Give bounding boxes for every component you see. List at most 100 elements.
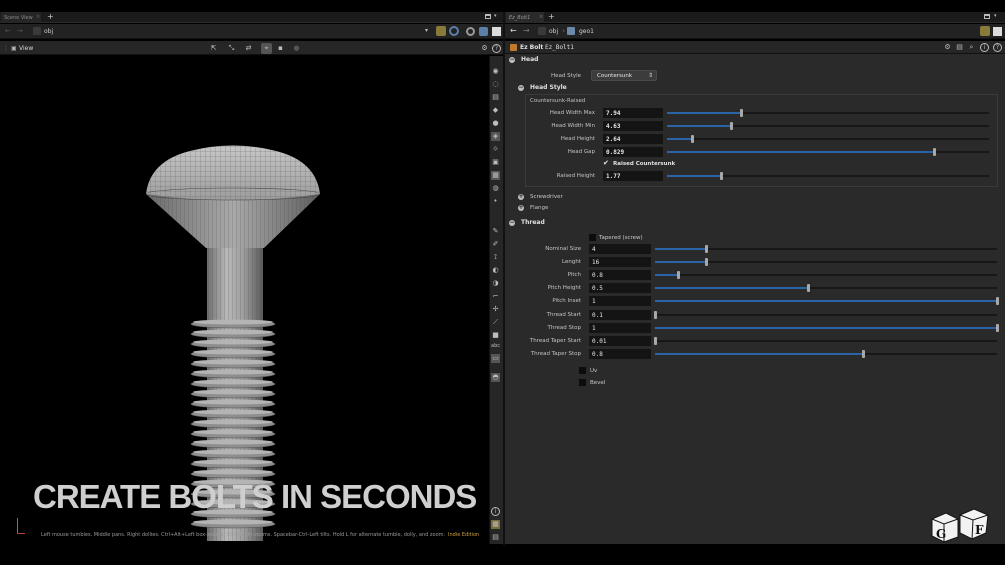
mask-icon[interactable]: ◑ (491, 279, 500, 288)
network-path-button[interactable] (33, 27, 41, 35)
paint-icon[interactable]: ✐ (491, 240, 500, 249)
head-gap-slider-handle[interactable] (932, 148, 936, 156)
tab-scene-view[interactable]: Scene View (1, 12, 41, 23)
viewport-grid-icon[interactable]: ▤ (491, 533, 500, 542)
add-tab-icon[interactable]: + (47, 12, 54, 21)
add-tab-icon[interactable]: + (548, 12, 555, 21)
collapse-head-style-icon[interactable]: − (518, 85, 524, 91)
viewer-settings-icon[interactable]: ⚙ (480, 44, 489, 53)
gear-icon[interactable]: ⚙ (943, 43, 952, 52)
head-width-min-slider-handle[interactable] (729, 122, 733, 130)
lock-icon[interactable]: ▤ (491, 93, 500, 102)
palette-icon[interactable]: ◐ (491, 266, 500, 275)
raised-countersunk-checkmark-icon[interactable]: ✔ (603, 159, 609, 167)
render-icon[interactable]: ◓ (491, 373, 500, 382)
thread-start-slider-handle[interactable] (653, 310, 657, 319)
layout-icon[interactable]: ▦ (491, 520, 500, 529)
pitch-inset-slider-handle[interactable] (995, 297, 999, 306)
collapse-head-icon[interactable]: − (509, 57, 515, 63)
raised-height-field[interactable]: 1.77 (603, 171, 663, 181)
lenght-slider-handle[interactable] (704, 258, 708, 267)
head-gap-field[interactable]: 0.829 (603, 147, 663, 157)
rotate-tool-icon[interactable]: ⇄ (244, 44, 253, 53)
edge-icon[interactable]: ⟋ (491, 318, 500, 327)
thread-taper-start-field[interactable]: 0.01 (589, 335, 651, 346)
forward-arrow-icon[interactable]: → (17, 27, 23, 35)
pin-icon[interactable] (436, 26, 446, 36)
head-height-slider-track[interactable] (667, 138, 989, 140)
head-height-slider-handle[interactable] (691, 135, 695, 143)
back-arrow-icon[interactable]: ← (510, 26, 517, 35)
thread-taper-stop-field[interactable]: 0.8 (589, 348, 651, 359)
tapered-checkbox[interactable] (589, 234, 596, 241)
snapshot-icon[interactable] (479, 27, 488, 36)
viewer-handle-icon[interactable]: ⋮ (3, 45, 9, 52)
pitch-height-slider-handle[interactable] (807, 284, 811, 293)
path-label[interactable]: obj (44, 28, 53, 35)
head-width-min-field[interactable]: 4.63 (603, 121, 663, 131)
search-icon[interactable]: ⌕ (967, 43, 976, 52)
thread-taper-start-slider-track[interactable] (655, 339, 997, 342)
pitch-field[interactable]: 0.8 (589, 270, 651, 281)
maximize-icon[interactable] (993, 27, 1002, 36)
info-icon[interactable]: i (491, 507, 500, 516)
background-icon[interactable]: ▭ (491, 354, 500, 363)
pane-dropdown-icon[interactable]: ▾ (994, 13, 997, 19)
info-icon[interactable]: i (980, 43, 989, 52)
select-tool-icon[interactable]: ⇱ (209, 44, 218, 53)
crop-icon[interactable]: ⌐ (491, 292, 500, 301)
camera-tool-icon[interactable]: ▪ (276, 44, 285, 53)
face-icon[interactable]: ■ (491, 331, 500, 340)
head-style-subfolder-title[interactable]: Head Style (530, 84, 567, 91)
text-tool-label[interactable]: abc (491, 343, 500, 349)
point-icon[interactable]: ◆ (491, 106, 500, 115)
head-width-max-slider-handle[interactable] (739, 109, 743, 117)
link-icon[interactable] (449, 26, 459, 36)
brush-icon[interactable]: ✎ (491, 227, 500, 236)
light-icon[interactable]: ☼ (491, 145, 500, 154)
bones-icon[interactable]: ⟟ (491, 253, 500, 262)
snap-tool-icon[interactable]: ⌖ (261, 43, 272, 54)
record-tool-icon[interactable]: ● (292, 44, 301, 53)
nominal-size-slider-handle[interactable] (704, 245, 708, 253)
grid-icon[interactable]: ▦ (491, 171, 500, 180)
thread-start-slider-track[interactable] (655, 313, 997, 316)
thread-stop-field[interactable]: 1 (589, 322, 651, 333)
nominal-size-field[interactable]: 4 (589, 244, 651, 254)
screwdriver-folder[interactable]: Screwdriver (530, 194, 563, 200)
expand-flange-icon[interactable]: + (518, 205, 524, 211)
flange-folder[interactable]: Flange (530, 205, 548, 211)
back-arrow-icon[interactable]: ← (5, 27, 11, 35)
pitch-slider-track[interactable] (655, 274, 997, 277)
thread-taper-stop-slider-handle[interactable] (862, 349, 866, 358)
bevel-checkbox[interactable] (579, 379, 586, 386)
pane-menu-icon[interactable] (485, 14, 491, 19)
close-tab-icon[interactable]: × (36, 14, 41, 20)
head-height-field[interactable]: 2.64 (603, 134, 663, 144)
path-geo-label[interactable]: geo1 (579, 28, 594, 35)
3d-viewport[interactable] (0, 56, 489, 544)
parameter-list-icon[interactable]: ▤ (955, 43, 964, 52)
camera-icon[interactable]: ▣ (491, 158, 500, 167)
pane-menu-icon[interactable] (984, 14, 990, 19)
wireframe-icon[interactable]: ◈ (491, 132, 500, 141)
geo-node-icon[interactable] (567, 27, 575, 35)
vertex-icon[interactable]: ✢ (491, 305, 500, 314)
thread-section-title[interactable]: Thread (521, 219, 545, 226)
visibility-icon[interactable]: ◉ (491, 67, 500, 76)
view-menu-icon[interactable]: ▣ (11, 45, 17, 52)
collapse-thread-icon[interactable]: − (509, 220, 515, 226)
expand-screwdriver-icon[interactable]: + (518, 194, 524, 200)
node-name-field[interactable]: Ez_Bolt1 (545, 44, 574, 51)
obj-network-icon[interactable] (538, 27, 546, 35)
thread-taper-start-slider-handle[interactable] (653, 336, 657, 345)
close-tab-icon[interactable]: × (539, 14, 543, 20)
thread-start-field[interactable]: 0.1 (589, 309, 651, 320)
help-icon[interactable]: ? (993, 43, 1002, 52)
path-obj-label[interactable]: obj (549, 28, 558, 35)
raised-height-slider-handle[interactable] (720, 172, 724, 180)
pin-icon[interactable] (980, 26, 990, 36)
ghost-icon[interactable]: ◌ (491, 80, 500, 89)
view-label[interactable]: View (19, 45, 33, 52)
thread-stop-slider-handle[interactable] (995, 323, 999, 332)
